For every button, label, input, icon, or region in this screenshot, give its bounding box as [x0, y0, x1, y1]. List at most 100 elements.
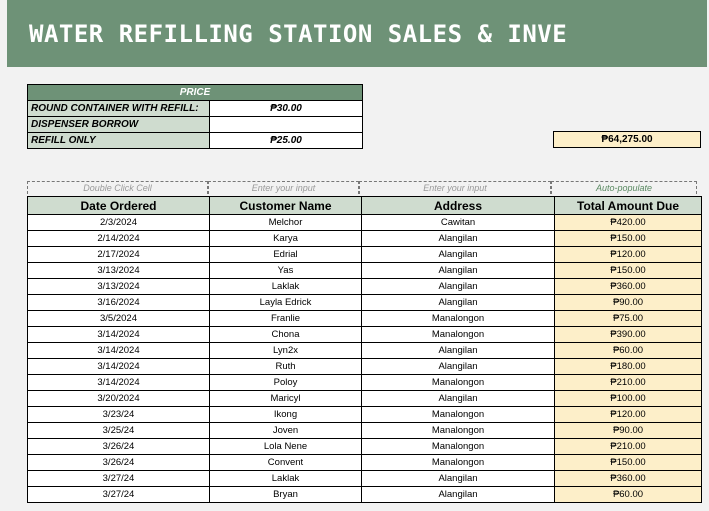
hint-address[interactable]: Enter your input [359, 181, 551, 194]
address-cell[interactable]: Cawitan [361, 214, 555, 231]
price-label-round-container[interactable]: ROUND CONTAINER WITH REFILL: [27, 100, 210, 117]
address-cell[interactable]: Alangilan [361, 390, 555, 407]
date-cell[interactable]: 3/5/2024 [27, 310, 210, 327]
table-row: 2/3/2024 Melchor Cawitan ₱420.00 [27, 214, 702, 231]
amount-cell[interactable]: ₱75.00 [554, 310, 702, 327]
customer-cell[interactable]: Bryan [209, 486, 362, 503]
price-value-refill-only[interactable]: ₱25.00 [209, 132, 363, 149]
customer-cell[interactable]: Layla Edrick [209, 294, 362, 311]
customer-cell[interactable]: Karya [209, 230, 362, 247]
date-cell[interactable]: 2/17/2024 [27, 246, 210, 263]
date-cell[interactable]: 3/27/24 [27, 470, 210, 487]
table-row: 2/17/2024 Edrial Alangilan ₱120.00 [27, 246, 702, 263]
date-cell[interactable]: 2/3/2024 [27, 214, 210, 231]
address-cell[interactable]: Manalongon [361, 326, 555, 343]
customer-cell[interactable]: Maricyl [209, 390, 362, 407]
total-amount-cell[interactable]: ₱64,275.00 [553, 131, 701, 148]
amount-cell[interactable]: ₱120.00 [554, 246, 702, 263]
address-cell[interactable]: Manalongon [361, 454, 555, 471]
amount-cell[interactable]: ₱60.00 [554, 486, 702, 503]
address-cell[interactable]: Manalongon [361, 374, 555, 391]
address-cell[interactable]: Manalongon [361, 310, 555, 327]
sales-table: Date Ordered Customer Name Address Total… [27, 196, 702, 503]
amount-cell[interactable]: ₱150.00 [554, 454, 702, 471]
price-label-refill-only[interactable]: REFILL ONLY [27, 132, 210, 149]
amount-cell[interactable]: ₱120.00 [554, 406, 702, 423]
customer-cell[interactable]: Joven [209, 422, 362, 439]
date-cell[interactable]: 3/14/2024 [27, 358, 210, 375]
date-cell[interactable]: 3/14/2024 [27, 342, 210, 359]
date-cell[interactable]: 3/13/2024 [27, 262, 210, 279]
address-cell[interactable]: Manalongon [361, 406, 555, 423]
address-cell[interactable]: Alangilan [361, 278, 555, 295]
amount-cell[interactable]: ₱60.00 [554, 342, 702, 359]
table-row: 3/14/2024 Ruth Alangilan ₱180.00 [27, 358, 702, 375]
amount-cell[interactable]: ₱90.00 [554, 294, 702, 311]
address-cell[interactable]: Alangilan [361, 246, 555, 263]
date-cell[interactable]: 3/26/24 [27, 454, 210, 471]
price-header[interactable]: PRICE [27, 84, 363, 101]
date-cell[interactable]: 3/27/24 [27, 486, 210, 503]
price-value-round-container[interactable]: ₱30.00 [209, 100, 363, 117]
table-row: 3/14/2024 Poloy Manalongon ₱210.00 [27, 374, 702, 391]
amount-cell[interactable]: ₱180.00 [554, 358, 702, 375]
table-row: 3/20/2024 Maricyl Alangilan ₱100.00 [27, 390, 702, 407]
customer-cell[interactable]: Edrial [209, 246, 362, 263]
hint-date[interactable]: Double Click Cell [27, 181, 208, 194]
address-cell[interactable]: Alangilan [361, 342, 555, 359]
customer-cell[interactable]: Melchor [209, 214, 362, 231]
amount-cell[interactable]: ₱150.00 [554, 262, 702, 279]
amount-cell[interactable]: ₱90.00 [554, 422, 702, 439]
date-cell[interactable]: 3/16/2024 [27, 294, 210, 311]
customer-cell[interactable]: Lola Nene [209, 438, 362, 455]
hint-customer[interactable]: Enter your input [208, 181, 359, 194]
column-header-date[interactable]: Date Ordered [27, 196, 210, 215]
hint-row: Double Click Cell Enter your input Enter… [27, 181, 697, 194]
amount-cell[interactable]: ₱210.00 [554, 374, 702, 391]
address-cell[interactable]: Alangilan [361, 358, 555, 375]
amount-cell[interactable]: ₱420.00 [554, 214, 702, 231]
hint-amount[interactable]: Auto-populate [551, 181, 697, 194]
amount-cell[interactable]: ₱390.00 [554, 326, 702, 343]
customer-cell[interactable]: Franlie [209, 310, 362, 327]
address-cell[interactable]: Alangilan [361, 294, 555, 311]
date-cell[interactable]: 3/14/2024 [27, 374, 210, 391]
date-cell[interactable]: 3/26/24 [27, 438, 210, 455]
amount-cell[interactable]: ₱100.00 [554, 390, 702, 407]
address-cell[interactable]: Manalongon [361, 438, 555, 455]
date-cell[interactable]: 2/14/2024 [27, 230, 210, 247]
customer-cell[interactable]: Convent [209, 454, 362, 471]
customer-cell[interactable]: Laklak [209, 470, 362, 487]
table-row: 3/13/2024 Yas Alangilan ₱150.00 [27, 262, 702, 279]
column-header-amount[interactable]: Total Amount Due [554, 196, 702, 215]
table-row: 3/27/24 Laklak Alangilan ₱360.00 [27, 470, 702, 487]
address-cell[interactable]: Manalongon [361, 422, 555, 439]
amount-cell[interactable]: ₱360.00 [554, 278, 702, 295]
date-cell[interactable]: 3/14/2024 [27, 326, 210, 343]
customer-cell[interactable]: Poloy [209, 374, 362, 391]
date-cell[interactable]: 3/25/24 [27, 422, 210, 439]
date-cell[interactable]: 3/23/24 [27, 406, 210, 423]
address-cell[interactable]: Alangilan [361, 262, 555, 279]
address-cell[interactable]: Alangilan [361, 486, 555, 503]
column-header-address[interactable]: Address [361, 196, 555, 215]
date-cell[interactable]: 3/13/2024 [27, 278, 210, 295]
table-row: 3/26/24 Convent Manalongon ₱150.00 [27, 454, 702, 471]
table-row: 3/25/24 Joven Manalongon ₱90.00 [27, 422, 702, 439]
address-cell[interactable]: Alangilan [361, 470, 555, 487]
price-value-dispenser-borrow[interactable] [209, 116, 363, 133]
column-header-customer[interactable]: Customer Name [209, 196, 362, 215]
customer-cell[interactable]: Yas [209, 262, 362, 279]
amount-cell[interactable]: ₱150.00 [554, 230, 702, 247]
date-cell[interactable]: 3/20/2024 [27, 390, 210, 407]
customer-cell[interactable]: Laklak [209, 278, 362, 295]
price-label-dispenser-borrow[interactable]: DISPENSER BORROW [27, 116, 210, 133]
amount-cell[interactable]: ₱210.00 [554, 438, 702, 455]
customer-cell[interactable]: Chona [209, 326, 362, 343]
customer-cell[interactable]: Ruth [209, 358, 362, 375]
amount-cell[interactable]: ₱360.00 [554, 470, 702, 487]
customer-cell[interactable]: Ikong [209, 406, 362, 423]
sales-table-body: 2/3/2024 Melchor Cawitan ₱420.00 2/14/2024 Ka… [27, 214, 702, 503]
customer-cell[interactable]: Lyn2x [209, 342, 362, 359]
address-cell[interactable]: Alangilan [361, 230, 555, 247]
